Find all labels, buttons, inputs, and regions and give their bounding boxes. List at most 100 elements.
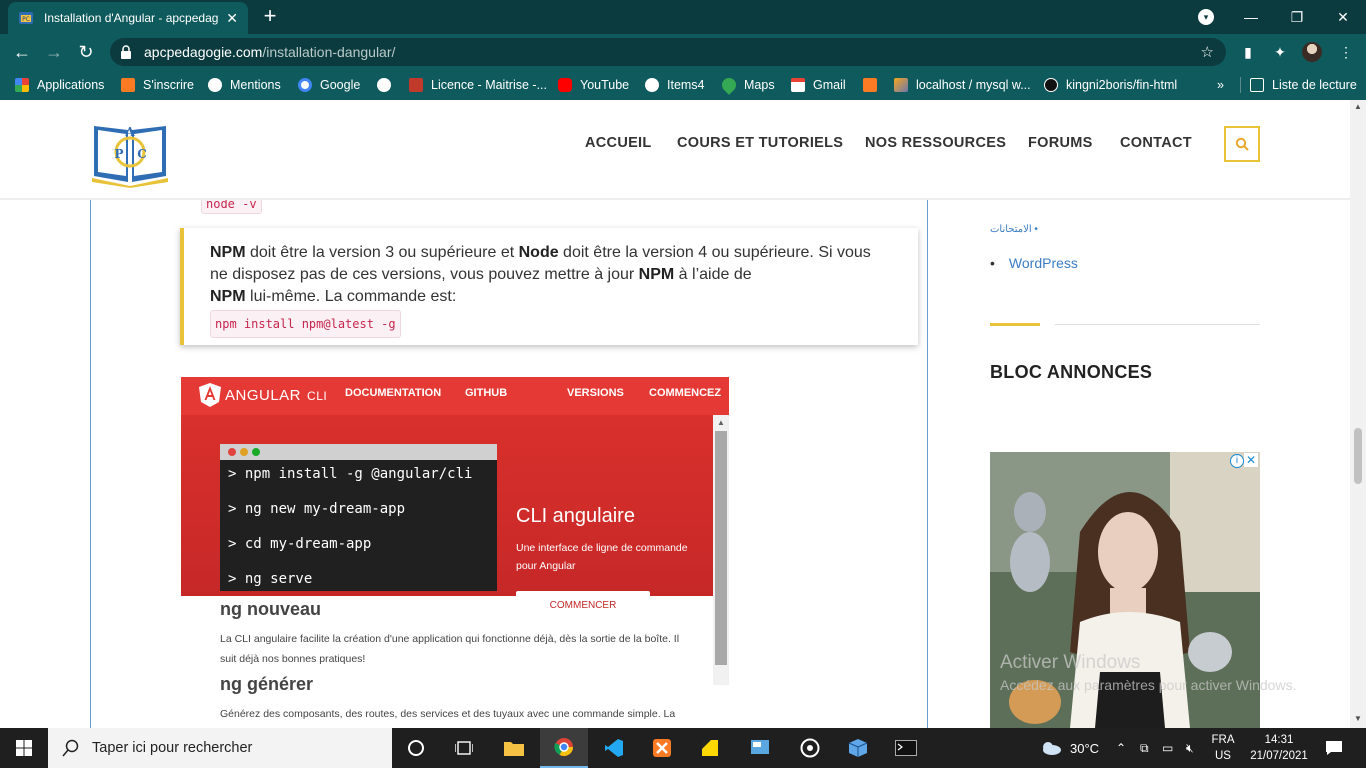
sticky-notes-icon[interactable] <box>686 728 734 768</box>
terminal-line: > ng new my-dream-app <box>228 501 406 517</box>
weather-temperature: 30°C <box>1070 740 1100 756</box>
cortana-icon[interactable] <box>392 728 440 768</box>
bookmarks-bar: Applications S'inscrire Mentions Google … <box>0 70 1366 100</box>
close-window-button[interactable]: ✕ <box>1320 0 1366 34</box>
search-icon <box>1235 137 1249 151</box>
activate-windows-title: Activer Windows <box>1000 652 1141 673</box>
address-bar[interactable]: apcpedagogie.com/installation-dangular/ … <box>110 38 1226 66</box>
apps-grid-icon <box>15 78 29 92</box>
lock-icon[interactable] <box>120 45 132 59</box>
control-panel-icon[interactable] <box>736 728 784 768</box>
google-icon <box>298 78 312 92</box>
bookmark-github[interactable]: kingni2boris/fin-html <box>1044 76 1177 94</box>
bookmark-phpmyadmin[interactable]: localhost / mysql w... <box>894 76 1031 94</box>
battery-icon[interactable]: ▭ <box>1162 728 1173 768</box>
youtube-icon <box>558 78 572 92</box>
bookmark-label: localhost / mysql w... <box>916 78 1031 92</box>
tab-close-icon[interactable]: ✕ <box>226 10 238 27</box>
bookmark-label: S'inscrire <box>143 78 195 92</box>
browser-tab[interactable]: PC Installation d'Angular - apcpedag ✕ <box>8 2 248 34</box>
bookmark-youtube[interactable]: YouTube <box>558 76 629 94</box>
reading-list-label: Liste de lecture <box>1272 78 1357 92</box>
menu-item-cours[interactable]: COURS ET TUTORIELS <box>677 135 843 151</box>
xampp-taskbar-icon[interactable] <box>638 728 686 768</box>
angular-scrollbar: ▲ <box>713 415 729 685</box>
bookmark-sinscrire[interactable]: S'inscrire <box>121 76 194 94</box>
sidebar-link-arabic[interactable]: الامتحانات • <box>990 224 1038 235</box>
note-bold-node: Node <box>518 244 559 261</box>
start-button[interactable] <box>0 728 48 768</box>
page-scroll-thumb[interactable] <box>1354 428 1362 484</box>
menu-item-ressources[interactable]: NOS RESSOURCES <box>865 135 1006 151</box>
bookmark-items4[interactable]: Items4 <box>645 76 705 94</box>
bookmark-applications[interactable]: Applications <box>15 76 104 94</box>
taskbar-clock[interactable]: 14:31 21/07/2021 <box>1246 732 1312 764</box>
npm-version-note: NPM doit être la version 3 ou supérieure… <box>180 228 918 345</box>
menu-kebab-icon[interactable]: ⋮ <box>1336 42 1356 62</box>
ad-info-icon[interactable]: i <box>1230 454 1244 468</box>
forward-button[interactable]: → <box>42 40 66 64</box>
bookmarks-more-button[interactable]: » <box>1217 76 1224 94</box>
vscode-icon[interactable] <box>590 728 638 768</box>
minimize-button[interactable]: — <box>1228 0 1274 34</box>
ad-close-icon[interactable]: ✕ <box>1244 453 1258 467</box>
task-view-icon[interactable] <box>440 728 488 768</box>
terminal-taskbar-icon[interactable] <box>882 728 930 768</box>
bookmark-star-icon[interactable]: ☆ <box>1201 43 1214 61</box>
phpmyadmin-icon <box>894 78 908 92</box>
virtualbox-icon[interactable] <box>834 728 882 768</box>
tab-search-icon[interactable]: ▾ <box>1198 9 1214 25</box>
scroll-down-arrow-icon[interactable]: ▼ <box>1354 714 1362 723</box>
bookmark-label: Maps <box>744 78 775 92</box>
bookmark-mentions[interactable]: Mentions <box>208 76 281 94</box>
windows-logo-icon <box>16 740 32 756</box>
taskbar-search-box[interactable]: Taper ici pour rechercher <box>48 728 392 768</box>
github-icon <box>1044 78 1058 92</box>
bookmark-gmail[interactable]: Gmail <box>791 76 846 94</box>
back-button[interactable]: ← <box>10 40 34 64</box>
notifications-icon[interactable] <box>1310 728 1358 768</box>
extensions-puzzle-icon[interactable]: ✦ <box>1270 42 1290 62</box>
menu-item-contact[interactable]: CONTACT <box>1120 135 1192 151</box>
page-scrollbar[interactable]: ▲ ▼ <box>1350 100 1366 728</box>
new-tab-button[interactable]: + <box>258 5 282 29</box>
angular-logo-icon <box>199 383 221 407</box>
weather-widget[interactable]: 30°C <box>1040 728 1099 768</box>
scroll-thumb <box>715 431 727 665</box>
bookmark-globe[interactable] <box>377 76 399 94</box>
angular-hero-button: COMMENCER <box>516 591 650 621</box>
keyboard-layout: US <box>1215 750 1231 762</box>
menu-item-forums[interactable]: FORUMS <box>1028 135 1093 151</box>
reading-list-button[interactable]: Liste de lecture <box>1250 76 1357 94</box>
bookmark-label: Gmail <box>813 78 846 92</box>
extension-icon[interactable]: ▮ <box>1238 42 1258 62</box>
site-favicon-icon: PC <box>19 12 33 24</box>
sidebar-divider-accent <box>990 323 1040 326</box>
obs-icon[interactable] <box>786 728 834 768</box>
bookmarks-divider <box>1240 77 1241 93</box>
bookmark-xampp[interactable] <box>863 76 885 94</box>
note-bold-npm: NPM <box>210 244 246 261</box>
sidebar-link-wordpress[interactable]: • WordPress <box>990 255 1078 271</box>
menu-item-accueil[interactable]: ACCUEIL <box>585 135 652 151</box>
scroll-up-arrow-icon[interactable]: ▲ <box>1354 102 1362 111</box>
bookmark-licence[interactable]: Licence - Maitrise -... <box>409 76 547 94</box>
chrome-taskbar-icon[interactable] <box>540 728 588 768</box>
show-hidden-icons[interactable]: ⌃ <box>1116 728 1126 768</box>
volume-muted-icon[interactable]: 🔇︎ <box>1186 728 1194 768</box>
profile-avatar[interactable] <box>1302 42 1322 62</box>
cloud-icon <box>1043 742 1061 755</box>
note-bold-npm: NPM <box>638 266 675 283</box>
network-icon[interactable]: ⧉ <box>1140 728 1149 768</box>
site-search-button[interactable] <box>1224 126 1260 162</box>
bookmark-google[interactable]: Google <box>298 76 360 94</box>
chevron-up-icon: ⌃ <box>1116 741 1127 755</box>
bookmark-maps[interactable]: Maps <box>719 75 775 95</box>
terminal-line: > npm install -g @angular/cli <box>228 466 473 482</box>
file-explorer-icon[interactable] <box>490 728 538 768</box>
site-logo[interactable]: A P C <box>90 116 170 188</box>
angular-hero-title: CLI angulaire <box>516 505 635 527</box>
language-indicator[interactable]: FRA US <box>1208 732 1238 764</box>
maximize-button[interactable]: ❐ <box>1274 0 1320 34</box>
reload-button[interactable]: ↻ <box>74 40 98 64</box>
